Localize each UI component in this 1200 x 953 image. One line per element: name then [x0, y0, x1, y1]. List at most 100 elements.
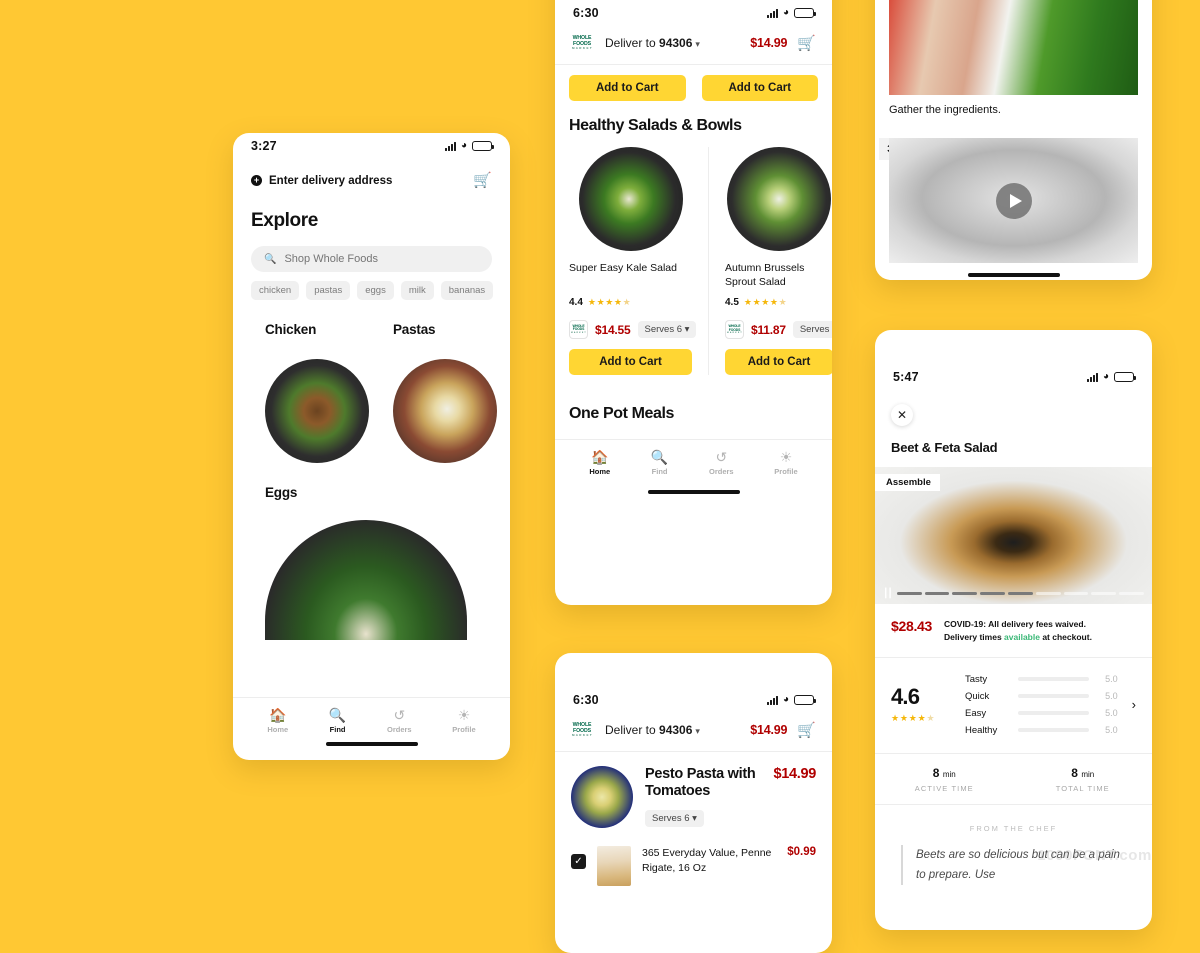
rating-bar-track — [1018, 694, 1089, 698]
rating-bar-label: Easy — [965, 707, 987, 719]
product-name: Autumn Brussels Sprout Salad — [725, 262, 805, 289]
tab-home[interactable]: 🏠 Home — [267, 708, 288, 734]
account-icon: ☀ — [457, 707, 471, 723]
page-title: Explore — [251, 210, 318, 231]
serves-selector[interactable]: Serves 6 ▾ — [645, 809, 704, 827]
availability-link[interactable]: available — [1004, 632, 1040, 642]
covid-notice: COVID-19: All delivery fees waived. Deli… — [944, 618, 1092, 644]
chip-bananas[interactable]: bananas — [440, 281, 494, 300]
wifi-icon: ◕ — [782, 694, 789, 705]
tab-profile[interactable]: ☀ Profile — [452, 708, 475, 734]
category-image-chicken — [265, 359, 369, 463]
close-icon[interactable]: ✕ — [891, 404, 913, 426]
overall-rating: 4.6 ★★★★★ — [891, 683, 951, 724]
deliver-zip: 94306 — [659, 36, 693, 50]
chip-eggs[interactable]: eggs — [357, 281, 394, 300]
search-bar[interactable]: 🔍 — [251, 246, 492, 272]
delivery-header: WHOLE FOODS M A R K E T Deliver to 94306… — [555, 713, 832, 752]
chip-chicken[interactable]: chicken — [251, 281, 300, 300]
address-entry[interactable]: + Enter delivery address — [251, 175, 392, 187]
tab-profile[interactable]: ☀ Profile — [774, 450, 797, 476]
account-icon: ☀ — [779, 449, 793, 466]
tab-find[interactable]: 🔍 Find — [651, 450, 668, 476]
serves-selector[interactable]: Serves 6 ▾ — [637, 321, 697, 338]
top-add-buttons: Add to Cart Add to Cart — [555, 65, 832, 117]
rating-bars: Tasty 5.0 Quick 5.0 Easy 5.0 Healthy 5.0 — [965, 671, 1118, 739]
chevron-right-icon[interactable]: › — [1132, 697, 1136, 712]
category-eggs[interactable]: Eggs — [233, 463, 510, 640]
dish-video-player[interactable]: Assemble ┃┃ — [875, 467, 1152, 604]
product-card[interactable]: Autumn Brussels Sprout Salad 4.5 ★★★★★ W… — [709, 147, 832, 376]
home-indicator — [647, 490, 740, 494]
step-video[interactable] — [889, 138, 1138, 263]
ingredient-checkbox[interactable]: ✓ — [571, 854, 586, 869]
price-and-notice: $28.43 COVID-19: All delivery fees waive… — [875, 604, 1152, 657]
progress-segments[interactable] — [896, 592, 1145, 595]
total-time-label: TOTAL TIME — [1055, 783, 1110, 793]
search-icon: 🔍 — [328, 707, 347, 723]
dish-title: Beet & Feta Salad — [891, 440, 998, 455]
deliver-to-selector[interactable]: Deliver to 94306 ▾ — [605, 723, 740, 737]
ratings-section[interactable]: 4.6 ★★★★★ Tasty 5.0 Quick 5.0 Easy 5.0 H… — [875, 656, 1152, 753]
phone-recipe-cart-screen: 6:30 ◕ WHOLE FOODS M A R K E T Deliver t… — [555, 653, 832, 953]
step-block-previous: Gather the ingredients. — [875, 0, 1152, 116]
recipe-image — [571, 766, 633, 828]
total-time-value: 8 min — [1071, 765, 1095, 780]
delivery-address-bar: + Enter delivery address 🛒 — [233, 159, 510, 188]
serves-selector[interactable]: Serves 6 ▾ — [792, 321, 832, 339]
status-icons: ◕ — [766, 8, 816, 18]
status-bar: 5:47 ◕ — [875, 364, 1152, 390]
phone-explore-screen: 3:27 ◕ + Enter delivery address 🛒 Explor… — [233, 133, 510, 760]
tab-label: Orders — [387, 725, 412, 734]
tab-home[interactable]: 🏠 Home — [589, 450, 610, 476]
step-caption: Gather the ingredients. — [889, 104, 1001, 116]
location-plus-icon: + — [251, 175, 262, 186]
tab-find[interactable]: 🔍 Find — [329, 708, 346, 734]
phone-recipe-steps-screen: Gather the ingredients. 3 — [875, 0, 1152, 280]
chef-quote: Beets are so delicious but can be a pain… — [901, 844, 1126, 885]
deliver-to-selector[interactable]: Deliver to 94306 ▾ — [605, 36, 740, 50]
rating-bar-label: Tasty — [965, 673, 988, 685]
chip-milk[interactable]: milk — [400, 281, 434, 300]
covid-line2a: Delivery times — [944, 631, 1005, 642]
product-price-row: WHOLE FOODS M A R K E T $14.55 Serves 6 … — [569, 320, 697, 339]
product-rating: 4.5 ★★★★★ — [725, 297, 832, 308]
time-summary: 8 min ACTIVE TIME 8 min TOTAL TIME — [875, 752, 1153, 805]
deliver-prefix: Deliver to — [605, 36, 660, 50]
ingredient-price: $0.99 — [787, 846, 816, 858]
category-title: Chicken — [265, 322, 317, 337]
rating-bar-row: Quick 5.0 — [965, 688, 1118, 705]
rating-bar-track — [1018, 677, 1089, 681]
delivery-header: WHOLE FOODS M A R K E T Deliver to 94306… — [555, 26, 832, 65]
search-icon: 🔍 — [264, 253, 277, 265]
tab-orders[interactable]: ↺ Orders — [709, 450, 734, 476]
status-time: 3:27 — [251, 139, 277, 153]
home-indicator — [325, 742, 418, 746]
step-block-current: 3 — [875, 138, 1152, 263]
tab-label: Find — [329, 725, 346, 734]
ingredient-row: ✓ 365 Everyday Value, Penne Rigate, 16 O… — [555, 828, 832, 886]
pause-icon[interactable]: ┃┃ — [883, 589, 893, 598]
play-icon[interactable] — [995, 182, 1032, 219]
chip-pastas[interactable]: pastas — [306, 281, 351, 300]
cart-icon[interactable]: 🛒 — [473, 173, 492, 188]
total-time-cell: 8 min TOTAL TIME — [1014, 754, 1153, 804]
cart-icon[interactable]: 🛒 — [797, 723, 816, 738]
add-to-cart-button[interactable]: Add to Cart — [569, 349, 692, 375]
category-pastas[interactable]: Pastas — [393, 322, 497, 463]
deliver-prefix: Deliver to — [605, 723, 660, 737]
rating-bar-row: Easy 5.0 — [965, 705, 1118, 722]
video-scrubber[interactable]: ┃┃ — [875, 589, 1152, 598]
battery-icon — [1114, 372, 1136, 382]
product-card[interactable]: Super Easy Kale Salad 4.4 ★★★★★ WHOLE FO… — [569, 147, 709, 376]
category-chicken[interactable]: Chicken — [265, 322, 369, 463]
home-indicator — [967, 273, 1060, 277]
tab-orders[interactable]: ↺ Orders — [387, 708, 412, 734]
add-to-cart-button[interactable]: Add to Cart — [725, 349, 832, 376]
rating-value: 4.6 — [891, 683, 920, 709]
product-image — [727, 147, 831, 251]
search-input[interactable] — [284, 253, 479, 265]
cart-icon[interactable]: 🛒 — [797, 36, 816, 51]
add-to-cart-button[interactable]: Add to Cart — [701, 75, 818, 101]
add-to-cart-button[interactable]: Add to Cart — [569, 75, 686, 101]
